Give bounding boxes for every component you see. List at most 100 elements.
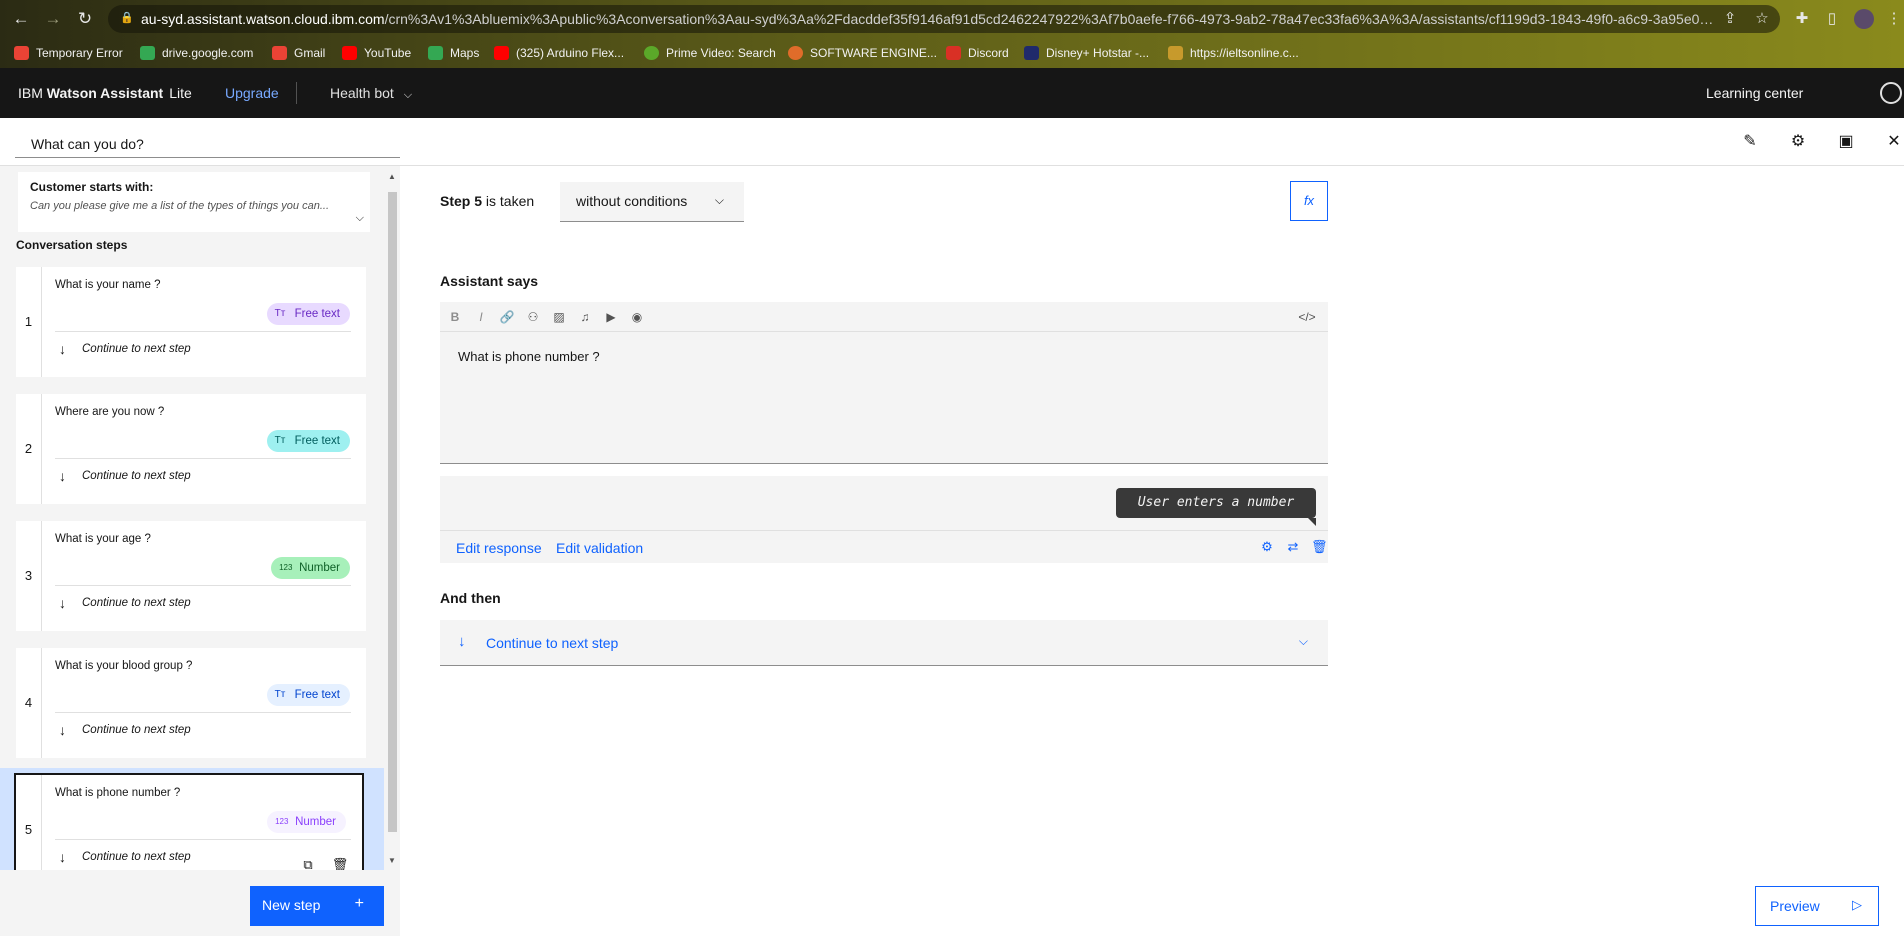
assistant-says-heading: Assistant says (440, 273, 539, 289)
bookmark-item[interactable]: Temporary Error (14, 44, 123, 62)
step-question: Where are you now ? (55, 406, 165, 418)
bookmark-favicon (644, 46, 659, 60)
close-icon[interactable]: ✕ (1882, 130, 1904, 154)
step-question: What is your name ? (55, 279, 161, 291)
edit-icon[interactable]: ✎ (1738, 130, 1762, 154)
share-icon[interactable]: ⇪ (1720, 9, 1740, 29)
bookmark-favicon (494, 46, 509, 60)
trash-icon[interactable]: 🗑 (1311, 539, 1328, 555)
bookmark-favicon (140, 46, 155, 60)
product-name[interactable]: IBM Watson Assistant Lite (18, 85, 192, 101)
chevron-down-icon[interactable]: ⌵ (356, 212, 364, 225)
free-text-icon: Tт (274, 435, 286, 446)
step-number: 2 (16, 394, 42, 504)
assistant-message-editor[interactable]: B I 🔗 ⚇ ▨ ♫ ▶ ◉ </> What is phone number… (440, 302, 1328, 464)
action-name-input[interactable]: What can you do? (15, 128, 400, 158)
bookmark-favicon (1168, 46, 1183, 60)
arrow-down-icon: ↓ (59, 595, 66, 611)
response-type-badge: 123 Number (267, 811, 346, 833)
lock-icon: 🔒 (120, 12, 134, 24)
bookmark-item[interactable]: SOFTWARE ENGINE... (788, 44, 937, 62)
bold-icon[interactable]: B (446, 308, 464, 326)
video-icon[interactable]: ▶ (602, 308, 620, 326)
image-icon[interactable]: ▨ (550, 308, 568, 326)
save-icon[interactable]: ▣ (1834, 130, 1858, 154)
and-then-dropdown[interactable]: ↓ Continue to next step ⌵ (440, 620, 1328, 666)
edit-response-link[interactable]: Edit response (456, 540, 542, 556)
step-condition-label: Step 5 is taken (440, 193, 535, 209)
extensions-icon[interactable]: ✚ (1792, 9, 1812, 29)
bookmark-item[interactable]: (325) Arduino Flex... (494, 44, 624, 62)
customer-starts-text: Can you please give me a list of the typ… (30, 200, 330, 212)
arrow-down-icon: ↓ (59, 468, 66, 484)
divider (55, 839, 351, 840)
code-icon[interactable]: </> (1298, 308, 1316, 326)
customer-starts-card[interactable]: Customer starts with: Can you please giv… (18, 172, 370, 232)
scroll-down-icon[interactable]: ▼ (387, 856, 397, 866)
free-text-icon: Tт (274, 689, 286, 700)
bookmark-item[interactable]: drive.google.com (140, 44, 253, 62)
audio-icon[interactable]: ♫ (576, 308, 594, 326)
bookmark-item[interactable]: Discord (946, 44, 1009, 62)
bookmark-item[interactable]: Gmail (272, 44, 325, 62)
app-header: IBM Watson Assistant Lite Upgrade Health … (0, 68, 1904, 118)
back-icon[interactable]: ← (10, 8, 32, 30)
user-response-bubble: User enters a number (1116, 488, 1316, 526)
url-text[interactable]: au-syd.assistant.watson.cloud.ibm.com/cr… (141, 11, 1721, 27)
condition-dropdown[interactable]: without conditions ⌵ (560, 182, 744, 222)
forward-icon[interactable]: → (42, 8, 64, 30)
response-type-badge: Tт Free text (266, 684, 350, 706)
step-card-3[interactable]: 3 What is your age ? 123 Number ↓ Continue… (16, 521, 366, 631)
bookmark-favicon (428, 46, 443, 60)
menu-icon[interactable]: ⋮ (1884, 9, 1904, 29)
step-next-action: ↓ Continue to next step (59, 595, 191, 611)
reload-icon[interactable]: ↻ (74, 8, 96, 30)
italic-icon[interactable]: I (472, 308, 490, 326)
url-bar[interactable]: 🔒 au-syd.assistant.watson.cloud.ibm.com/… (108, 5, 1780, 33)
new-step-button[interactable]: New step + (250, 886, 384, 926)
divider (55, 458, 351, 459)
sidepanel-icon[interactable]: ▯ (1822, 9, 1842, 29)
learning-center-link[interactable]: Learning center (1706, 85, 1803, 101)
sidebar-scrollbar[interactable]: ▲ ▼ (384, 166, 400, 870)
conversation-steps-label: Conversation steps (16, 238, 128, 252)
user-avatar-icon[interactable] (1880, 82, 1902, 104)
address-row: ← → ↻ 🔒 au-syd.assistant.watson.cloud.ib… (0, 0, 1904, 38)
free-text-icon: Tт (274, 308, 286, 319)
divider (55, 331, 351, 332)
settings-icon[interactable]: ⚙ (1259, 539, 1275, 555)
function-icon[interactable]: fx (1290, 181, 1328, 221)
swap-icon[interactable]: ⇄ (1285, 539, 1301, 555)
assistant-message-text[interactable]: What is phone number ? (458, 349, 600, 364)
arrow-down-icon: ↓ (59, 722, 66, 738)
profile-avatar[interactable] (1854, 9, 1874, 29)
step-question: What is phone number ? (55, 787, 181, 799)
step-card-1[interactable]: 1 What is your name ? Tт Free text ↓ Conti… (16, 267, 366, 377)
star-icon[interactable]: ☆ (1752, 9, 1772, 29)
iframe-icon[interactable]: ◉ (628, 308, 646, 326)
divider (55, 712, 351, 713)
step-card-2[interactable]: 2 Where are you now ? Tт Free text ↓ Conti… (16, 394, 366, 504)
bookmark-item[interactable]: Disney+ Hotstar -... (1024, 44, 1149, 62)
variable-icon[interactable]: ⚇ (524, 308, 542, 326)
scroll-up-icon[interactable]: ▲ (387, 172, 397, 182)
step-editor: Step 5 is taken without conditions ⌵ fx A… (400, 166, 1904, 936)
new-step-area: New step + (0, 870, 400, 936)
preview-button[interactable]: Preview ▷ (1755, 886, 1879, 926)
bookmark-favicon (946, 46, 961, 60)
bookmark-favicon (1024, 46, 1039, 60)
settings-icon[interactable]: ⚙ (1786, 130, 1810, 154)
and-then-value: Continue to next step (486, 635, 619, 651)
customer-starts-title: Customer starts with: (30, 180, 154, 194)
bookmark-item[interactable]: YouTube (342, 44, 411, 62)
upgrade-link[interactable]: Upgrade (225, 85, 279, 101)
step-card-4[interactable]: 4 What is your blood group ? Tт Free text… (16, 648, 366, 758)
scrollbar-thumb[interactable] (388, 192, 397, 832)
edit-validation-link[interactable]: Edit validation (556, 540, 643, 556)
bookmark-item[interactable]: Prime Video: Search (644, 44, 776, 62)
bookmark-favicon (788, 46, 803, 60)
bookmark-item[interactable]: https://ieltsonline.c... (1168, 44, 1299, 62)
bookmark-item[interactable]: Maps (428, 44, 479, 62)
link-icon[interactable]: 🔗 (498, 308, 516, 326)
assistant-switcher[interactable]: Health bot ⌵ (330, 85, 412, 102)
